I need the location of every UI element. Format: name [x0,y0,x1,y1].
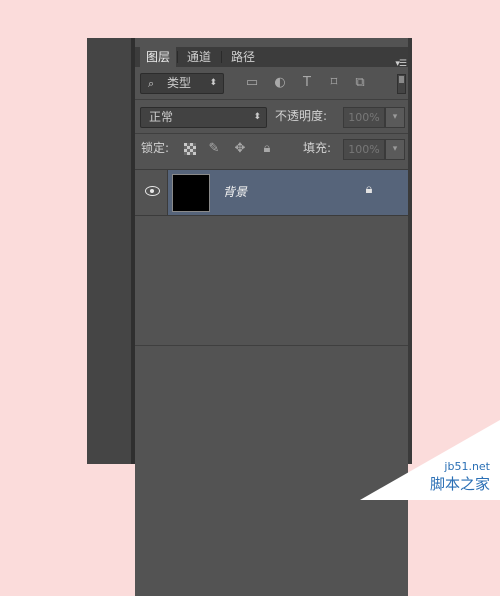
blend-mode-value: 正常 [149,110,174,124]
divider [135,99,412,100]
lock-transparent-pixels-icon[interactable] [184,143,196,155]
visibility-toggle[interactable] [135,170,168,215]
layers-panel: 图层 通道 路径 ▾☰ ⌕ 类型 ⬍ ▭ ◐ T ⌑ ⧉ 正常 ⬍ 不透明度: … [135,38,412,596]
eye-icon [145,186,160,196]
divider [135,133,412,134]
lock-label: 锁定: [141,141,170,155]
opacity-field[interactable]: 100% [343,107,385,128]
watermark: jb51.net 脚本之家 [430,460,490,494]
toggle-knob [399,76,404,83]
fill-field[interactable]: 100% [343,139,385,160]
tab-layers[interactable]: 图层 [140,47,176,67]
tab-separator [221,51,222,63]
fill-dropdown-button[interactable]: ▾ [385,139,405,160]
tab-paths[interactable]: 路径 [223,47,263,67]
type-filter-icon[interactable]: T [299,75,315,91]
updown-arrow-icon: ⬍ [209,78,217,88]
fill-label: 填充: [303,141,332,155]
lock-image-pixels-icon[interactable]: ✎ [206,141,222,157]
filter-type-label: 类型 [167,76,192,90]
opacity-label: 不透明度: [275,109,328,123]
watermark-brand: 脚本之家 [429,475,490,493]
lock-position-icon[interactable]: ✥ [232,141,248,157]
adjustment-filter-icon[interactable]: ◐ [272,75,288,91]
panel-tabbar: 图层 通道 路径 ▾☰ [135,47,412,69]
smartobject-filter-icon[interactable]: ⧉ [352,75,368,91]
shape-filter-icon[interactable]: ⌑ [326,75,342,91]
panel-scrollbar-track[interactable] [408,38,412,464]
watermark-domain: jb51.net [444,460,490,473]
updown-arrow-icon: ⬍ [253,112,261,122]
lock-all-icon[interactable]: 🔒︎ [259,141,275,157]
opacity-dropdown-button[interactable]: ▾ [385,107,405,128]
tab-channels[interactable]: 通道 [179,47,219,67]
filter-toggle-switch[interactable] [397,74,406,94]
tab-separator [177,51,178,63]
search-icon: ⌕ [148,77,155,90]
image-filter-icon[interactable]: ▭ [244,75,260,91]
filter-type-select[interactable]: ⌕ 类型 ⬍ [140,73,224,94]
layer-row[interactable]: 背景 🔒︎ [135,169,408,216]
layer-thumbnail[interactable] [172,174,210,212]
lock-icon: 🔒︎ [365,182,373,197]
workspace-left-area [87,38,131,464]
blend-mode-select[interactable]: 正常 ⬍ [140,107,267,128]
panel-menu-icon[interactable]: ▾☰ [395,59,407,69]
layer-name[interactable]: 背景 [223,183,247,200]
